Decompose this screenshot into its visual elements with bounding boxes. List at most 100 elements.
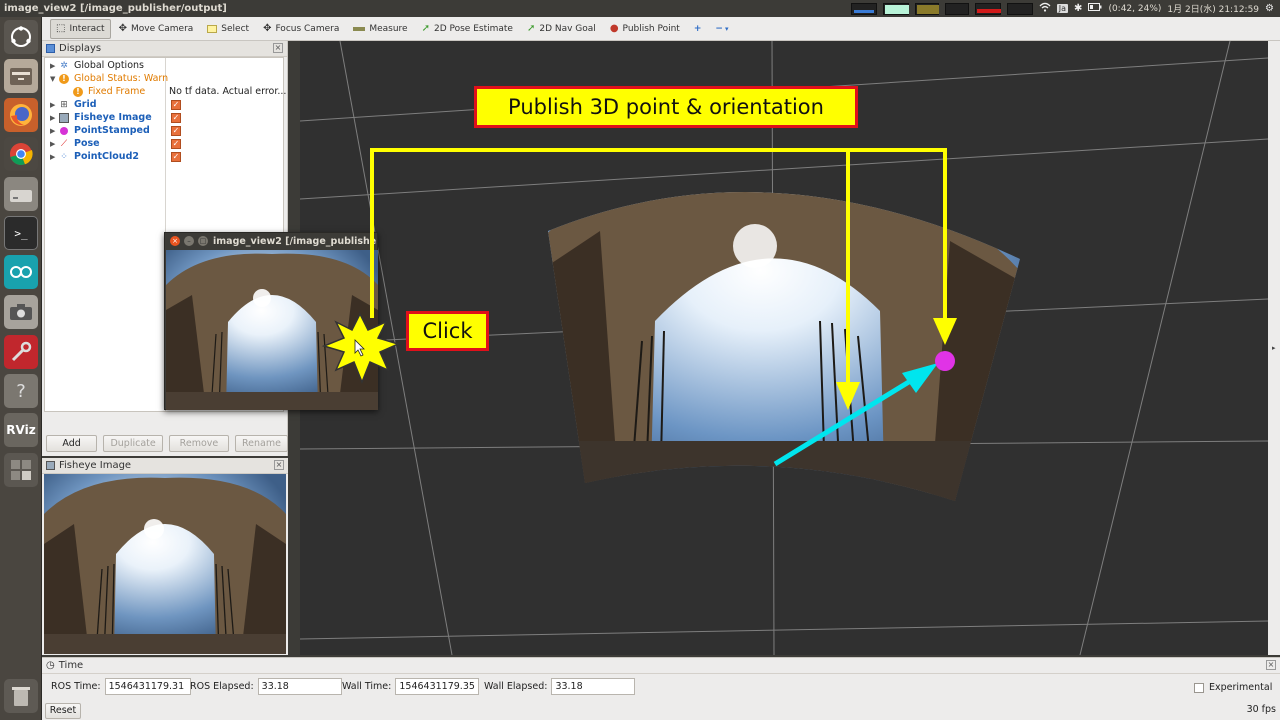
publish-point-icon: ● (609, 23, 619, 34)
enabled-checkbox[interactable]: ✓ (171, 138, 181, 149)
battery-status[interactable]: (0:42, 24%) (1108, 4, 1161, 14)
terminal-icon[interactable]: >_ (4, 216, 38, 250)
time-header: ◷ Time × (42, 658, 1280, 674)
experimental-checkbox[interactable] (1194, 682, 1204, 693)
chrome-icon[interactable] (4, 137, 38, 171)
expand-arrow-icon[interactable]: ▶ (50, 62, 55, 70)
memory-graph[interactable] (882, 2, 909, 15)
system-settings-icon[interactable] (4, 335, 38, 369)
tree-item-fisheye-image[interactable]: ▶ Fisheye Image ✓ (45, 111, 283, 124)
ubuntu-dash-icon[interactable] (4, 20, 38, 54)
wifi-icon[interactable] (1039, 2, 1051, 15)
drive-icon[interactable] (4, 177, 38, 211)
image-view-window[interactable]: × – □ image_view2 [/image_publisher/outp… (164, 232, 378, 410)
view-right-edge: ▸ (1268, 41, 1280, 655)
displays-header: Displays × (42, 41, 287, 57)
rviz-icon[interactable]: RViz (4, 413, 38, 447)
focus-camera-tool[interactable]: ✥ Focus Camera (257, 19, 345, 39)
tree-item-grid[interactable]: ▶ ⊞ Grid ✓ (45, 98, 283, 111)
expand-arrow-icon[interactable]: ▶ (50, 140, 55, 148)
measure-icon (353, 26, 366, 31)
rviz-toolbar: ⬚ Interact ✥ Move Camera Select ✥ Focus Cam… (42, 17, 1280, 41)
settings-gear-icon[interactable]: ⚙ (1265, 3, 1274, 14)
add-button[interactable]: Add (46, 435, 98, 452)
time-panel: ◷ Time × ROS Time: 1546431179.31 ROS Ela… (42, 657, 1280, 720)
enabled-checkbox[interactable]: ✓ (171, 112, 181, 123)
remove-tool-button[interactable]: − ▾ (709, 19, 734, 39)
system-indicators: Ja ✱ (0:42, 24%) 1月 2日(水) 21:12:59 ⚙ (850, 0, 1274, 17)
global-status-label: Global Status: Warn (74, 73, 169, 84)
image-icon (46, 461, 55, 470)
experimental-option[interactable]: Experimental (1194, 682, 1272, 693)
displays-title: Displays (59, 43, 102, 54)
window-close-icon[interactable]: × (170, 236, 180, 246)
bluetooth-icon[interactable]: ✱ (1074, 3, 1082, 14)
move-camera-tool[interactable]: ✥ Move Camera (113, 19, 200, 39)
expand-arrow-icon[interactable]: ▶ (50, 127, 55, 135)
publish-point-tool[interactable]: ● Publish Point (604, 19, 686, 39)
close-icon[interactable]: × (1266, 660, 1276, 670)
rename-button[interactable]: Rename (234, 435, 288, 452)
expand-arrow-icon[interactable]: ▶ (50, 101, 55, 109)
publish-callout: Publish 3D point & orientation (474, 86, 858, 128)
workspace-switcher-icon[interactable] (4, 453, 38, 487)
wall-time-input[interactable]: 1546431179.35 (395, 678, 480, 695)
input-method-indicator[interactable]: Ja (1056, 4, 1069, 13)
select-tool[interactable]: Select (201, 19, 255, 39)
tree-item-pose[interactable]: ▶ ⟋ Pose ✓ (45, 137, 283, 150)
reset-button[interactable]: Reset (45, 703, 81, 719)
tree-item-pointstamped[interactable]: ▶ PointStamped ✓ (45, 124, 283, 137)
ros-time-input[interactable]: 1546431179.31 (104, 678, 191, 695)
enabled-checkbox[interactable]: ✓ (171, 151, 181, 162)
swap-graph[interactable] (914, 2, 939, 15)
tree-item-pointcloud2[interactable]: ▶ ⁘ PointCloud2 ✓ (45, 150, 283, 163)
pointstamped-label: PointStamped (74, 125, 150, 136)
chevron-right-icon[interactable]: ▸ (1272, 344, 1276, 352)
image-view-canvas[interactable] (166, 250, 378, 410)
fisheye-image (44, 474, 286, 654)
fisheye-header: Fisheye Image × (42, 458, 288, 474)
warning-icon: ! (59, 73, 69, 84)
publish-point-label: Publish Point (622, 23, 680, 34)
wall-elapsed-input[interactable]: 33.18 (551, 678, 636, 695)
enabled-checkbox[interactable]: ✓ (171, 99, 181, 110)
close-icon[interactable]: × (273, 43, 283, 53)
pose-estimate-tool[interactable]: ➚ 2D Pose Estimate (416, 19, 519, 39)
remove-button[interactable]: Remove (169, 435, 229, 452)
load-graph[interactable] (944, 2, 969, 15)
clock[interactable]: 1月 2日(水) 21:12:59 (1167, 2, 1259, 15)
wall-time-label: Wall Time: (342, 681, 392, 692)
measure-tool[interactable]: Measure (347, 19, 413, 39)
interact-tool[interactable]: ⬚ Interact (50, 18, 111, 39)
enabled-checkbox[interactable]: ✓ (171, 125, 181, 136)
nav-goal-tool[interactable]: ➚ 2D Nav Goal (521, 19, 602, 39)
cpu-graph[interactable] (850, 2, 877, 15)
collapse-arrow-icon[interactable]: ▼ (50, 75, 55, 83)
tree-item-global-status[interactable]: ▼ ! Global Status: Warn (45, 72, 283, 85)
interact-tool-label: Interact (69, 23, 105, 34)
expand-arrow-icon[interactable]: ▶ (50, 153, 55, 161)
window-minimize-icon[interactable]: – (184, 236, 194, 246)
window-maximize-icon[interactable]: □ (198, 236, 208, 246)
tree-item-global-options[interactable]: ▶ ✲ Global Options (45, 59, 283, 72)
click-callout: Click (406, 311, 489, 351)
trash-icon[interactable] (4, 679, 38, 713)
battery-icon[interactable] (1088, 3, 1102, 14)
add-tool-button[interactable]: + (688, 19, 708, 39)
ros-elapsed-label: ROS Elapsed: (190, 681, 254, 692)
duplicate-button[interactable]: Duplicate (103, 435, 164, 452)
window-title: image_view2 [/image_publisher/output] (4, 3, 227, 14)
pointcloud2-label: PointCloud2 (74, 151, 139, 162)
ros-elapsed-field: ROS Elapsed: 33.18 (190, 678, 342, 695)
tree-item-fixed-frame[interactable]: ! Fixed Frame No tf data. Actual error..… (45, 85, 286, 98)
expand-arrow-icon[interactable]: ▶ (50, 114, 55, 122)
file-manager-icon[interactable] (4, 59, 38, 93)
camera-icon[interactable] (4, 295, 38, 329)
firefox-icon[interactable] (4, 98, 38, 132)
network-graph[interactable] (974, 2, 1001, 15)
arduino-icon[interactable] (4, 255, 38, 289)
disk-graph[interactable] (1006, 2, 1033, 15)
help-icon[interactable]: ? (4, 374, 38, 408)
close-icon[interactable]: × (274, 460, 284, 470)
ros-elapsed-input[interactable]: 33.18 (257, 678, 342, 695)
